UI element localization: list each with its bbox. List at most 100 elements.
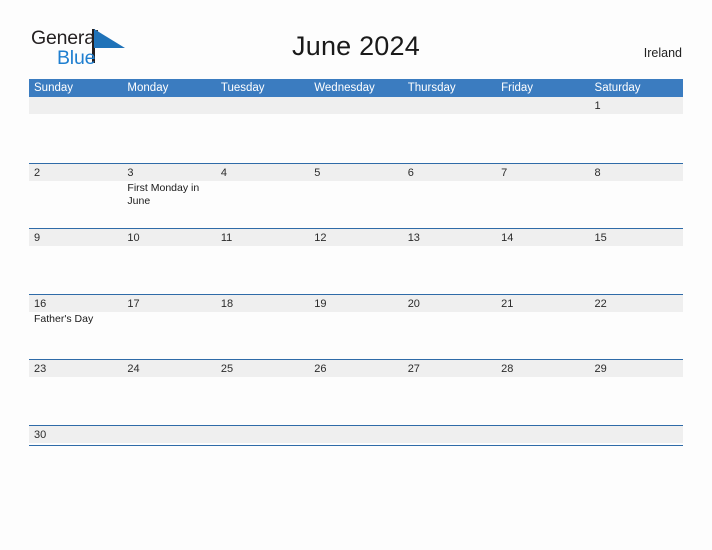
week-day-numbers: 16 17 18 19 20 21 22 xyxy=(29,294,683,312)
day-number[interactable]: 1 xyxy=(590,97,683,114)
day-header-wednesday: Wednesday xyxy=(314,82,375,94)
day-number[interactable]: 27 xyxy=(403,360,496,377)
week-day-numbers: 2345678 xyxy=(29,163,683,181)
day-cell[interactable] xyxy=(122,246,215,293)
day-cell[interactable] xyxy=(496,312,589,359)
day-number[interactable]: 12 xyxy=(309,229,402,246)
week-events: Father's Day xyxy=(29,312,683,359)
day-number[interactable]: 16 xyxy=(29,295,122,312)
week-events xyxy=(29,377,683,424)
day-number[interactable]: 26 xyxy=(309,360,402,377)
day-number[interactable]: 9 xyxy=(29,229,122,246)
day-number-empty xyxy=(496,426,589,443)
day-number[interactable]: 3 xyxy=(122,164,215,181)
day-header-friday: Friday xyxy=(501,82,534,94)
week-day-numbers: 30 xyxy=(29,425,683,443)
day-cell[interactable]: Father's Day xyxy=(29,312,122,359)
week-day-numbers: 9 10 11 12 13 14 15 xyxy=(29,229,683,246)
day-number-empty xyxy=(403,426,496,443)
day-number-empty xyxy=(590,426,683,443)
day-number[interactable]: 13 xyxy=(403,229,496,246)
day-number-empty xyxy=(216,426,309,443)
day-cell[interactable] xyxy=(216,377,309,424)
day-cell[interactable] xyxy=(403,246,496,293)
day-number[interactable]: 28 xyxy=(496,360,589,377)
day-number[interactable]: 2 xyxy=(29,164,122,181)
calendar-weeks: 1 2 3 4 5 6 7 8 First Monday in June 9 10 11 12 13 14 1… xyxy=(29,97,683,445)
day-cell[interactable] xyxy=(403,377,496,424)
calendar-week-row: 23 24 25 26 27 28 29 xyxy=(29,359,683,425)
day-number-empty xyxy=(122,97,215,114)
day-number-empty xyxy=(29,97,122,114)
day-cell[interactable] xyxy=(496,181,589,228)
week-day-numbers: 1 xyxy=(29,97,683,114)
day-number[interactable]: 24 xyxy=(122,360,215,377)
day-number[interactable]: 21 xyxy=(496,295,589,312)
day-cell[interactable] xyxy=(29,114,122,161)
day-number[interactable]: 5 xyxy=(309,164,402,181)
day-number[interactable]: 11 xyxy=(216,229,309,246)
week-events xyxy=(29,246,683,293)
day-cell[interactable] xyxy=(590,246,683,293)
day-number[interactable]: 22 xyxy=(590,295,683,312)
day-cell[interactable] xyxy=(216,181,309,228)
day-cell[interactable] xyxy=(403,114,496,161)
day-cell[interactable] xyxy=(216,114,309,161)
page-title: June 2024 xyxy=(292,31,420,61)
day-number[interactable]: 19 xyxy=(309,295,402,312)
day-header-monday: Monday xyxy=(127,82,169,94)
day-cell[interactable] xyxy=(590,114,683,161)
day-cell[interactable] xyxy=(496,114,589,161)
day-cell[interactable] xyxy=(309,114,402,161)
day-cell[interactable] xyxy=(122,312,215,359)
day-cell[interactable] xyxy=(309,246,402,293)
day-cell[interactable] xyxy=(29,246,122,293)
day-number-empty xyxy=(122,426,215,443)
day-of-week-header-row: Sunday Monday Tuesday Wednesday Thursday… xyxy=(29,79,683,97)
day-number[interactable]: 25 xyxy=(216,360,309,377)
day-cell[interactable] xyxy=(216,312,309,359)
day-cell[interactable] xyxy=(216,246,309,293)
day-header-saturday: Saturday xyxy=(594,82,641,94)
day-cell[interactable] xyxy=(496,246,589,293)
calendar-bottom-rule xyxy=(29,444,683,446)
day-number[interactable]: 18 xyxy=(216,295,309,312)
day-number[interactable]: 10 xyxy=(122,229,215,246)
week-day-numbers: 23 24 25 26 27 28 29 xyxy=(29,360,683,377)
day-cell[interactable] xyxy=(309,312,402,359)
day-cell[interactable] xyxy=(590,312,683,359)
day-number[interactable]: 30 xyxy=(29,426,122,443)
day-number[interactable]: 23 xyxy=(29,360,122,377)
day-cell[interactable] xyxy=(403,312,496,359)
day-cell[interactable]: First Monday in June xyxy=(122,181,215,228)
calendar-week-row: 1 xyxy=(29,97,683,163)
day-cell[interactable] xyxy=(496,377,589,424)
day-cell[interactable] xyxy=(309,377,402,424)
day-header-sunday: Sunday xyxy=(34,82,74,94)
day-cell[interactable] xyxy=(590,377,683,424)
day-cell[interactable] xyxy=(590,181,683,228)
day-number-empty xyxy=(403,97,496,114)
day-number[interactable]: 17 xyxy=(122,295,215,312)
day-cell[interactable] xyxy=(122,377,215,424)
calendar-week-row: 9 10 11 12 13 14 15 xyxy=(29,228,683,294)
week-events xyxy=(29,114,683,161)
day-number[interactable]: 29 xyxy=(590,360,683,377)
country-label: Ireland xyxy=(643,46,682,60)
day-number[interactable]: 14 xyxy=(496,229,589,246)
day-cell[interactable] xyxy=(29,377,122,424)
day-cell[interactable] xyxy=(403,181,496,228)
day-cell[interactable] xyxy=(309,181,402,228)
day-number[interactable]: 15 xyxy=(590,229,683,246)
day-number[interactable]: 7 xyxy=(496,164,589,181)
day-cell[interactable] xyxy=(122,114,215,161)
day-number[interactable]: 8 xyxy=(590,164,683,181)
day-cell[interactable] xyxy=(29,181,122,228)
day-number[interactable]: 4 xyxy=(216,164,309,181)
calendar-week-row: 30 xyxy=(29,424,683,445)
day-header-thursday: Thursday xyxy=(407,82,456,94)
day-number-empty xyxy=(309,97,402,114)
calendar-page: General Blue June 2024 Ireland Sunday Mo… xyxy=(0,0,712,550)
day-number[interactable]: 20 xyxy=(403,295,496,312)
day-number[interactable]: 6 xyxy=(403,164,496,181)
